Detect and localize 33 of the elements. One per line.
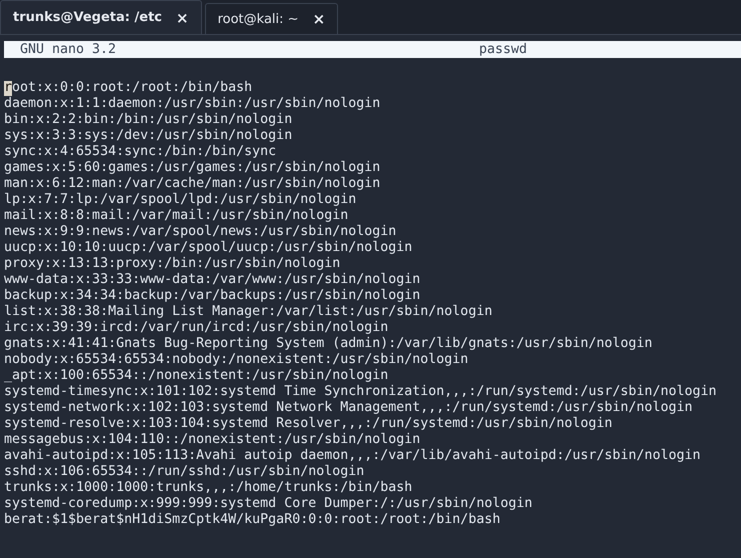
file-line: nobody:x:65534:65534:nobody:/nonexistent:/usr/sbin/nologin <box>4 352 468 368</box>
close-tab-button[interactable]: × <box>312 10 326 28</box>
file-line: _apt:x:100:65534::/nonexistent:/usr/sbin/nologin <box>4 368 388 384</box>
close-tab-button[interactable]: × <box>176 8 189 26</box>
file-line: sshd:x:106:65534::/run/sshd:/usr/sbin/nologin <box>4 464 364 480</box>
file-line: games:x:5:60:games:/usr/games:/usr/sbin/nologin <box>4 160 380 176</box>
file-line: sync:x:4:65534:sync:/bin:/bin/sync <box>4 144 276 160</box>
file-line: lp:x:7:7:lp:/var/spool/lpd:/usr/sbin/nologin <box>4 192 356 208</box>
file-line: trunks:x:1000:1000:trunks,,,:/home/trunks:/bin/bash <box>4 480 412 496</box>
file-line: systemd-network:x:102:103:systemd Network Management,,,:/run/systemd:/usr/sbin/nologin <box>4 400 692 416</box>
file-line: berat:$1$berat$nH1diSmzCptk4W/kuPgaR0:0:0:root:/root:/bin/bash <box>4 512 500 528</box>
terminal-tab[interactable]: trunks@Vegeta: /etc × <box>0 0 202 34</box>
terminal-tab[interactable]: root@kali: ~ × <box>204 3 338 34</box>
file-line: www-data:x:33:33:www-data:/var/www:/usr/sbin/nologin <box>4 272 420 288</box>
file-line: backup:x:34:34:backup:/var/backups:/usr/sbin/nologin <box>4 288 420 304</box>
file-line: messagebus:x:104:110::/nonexistent:/usr/sbin/nologin <box>4 432 420 448</box>
file-line: man:x:6:12:man:/var/cache/man:/usr/sbin/nologin <box>4 176 380 192</box>
file-line: daemon:x:1:1:daemon:/usr/sbin:/usr/sbin/nologin <box>4 96 380 112</box>
file-line: uucp:x:10:10:uucp:/var/spool/uucp:/usr/sbin/nologin <box>4 240 412 256</box>
file-line: systemd-timesync:x:101:102:systemd Time Synchronization,,,:/run/systemd:/usr/sbin/nologin <box>4 384 716 400</box>
file-line: news:x:9:9:news:/var/spool/news:/usr/sbin/nologin <box>4 224 396 240</box>
file-line: avahi-autoipd:x:105:113:Avahi autoip daemon,,,:/var/lib/avahi-autoipd:/usr/sbin/nologin <box>4 448 700 464</box>
file-line: systemd-coredump:x:999:999:systemd Core Dumper:/:/usr/sbin/nologin <box>4 496 532 512</box>
file-line: gnats:x:41:41:Gnats Bug-Reporting System (admin):/var/lib/gnats:/usr/sbin/nologin <box>4 336 652 352</box>
nano-version: GNU nano 3.2 <box>20 42 118 57</box>
file-line: bin:x:2:2:bin:/bin:/usr/sbin/nologin <box>4 112 292 128</box>
file-line: mail:x:8:8:mail:/var/mail:/usr/sbin/nologin <box>4 208 348 224</box>
file-line: irc:x:39:39:ircd:/var/run/ircd:/usr/sbin/nologin <box>4 320 388 336</box>
file-line: proxy:x:13:13:proxy:/bin:/usr/sbin/nologin <box>4 256 340 272</box>
file-line: list:x:38:38:Mailing List Manager:/var/list:/usr/sbin/nologin <box>4 304 492 320</box>
file-name: passwd <box>479 42 528 57</box>
file-line: sys:x:3:3:sys:/dev:/usr/sbin/nologin <box>4 128 292 144</box>
file-line: systemd-resolve:x:103:104:systemd Resolver,,,:/run/systemd:/usr/sbin/nologin <box>4 416 612 432</box>
